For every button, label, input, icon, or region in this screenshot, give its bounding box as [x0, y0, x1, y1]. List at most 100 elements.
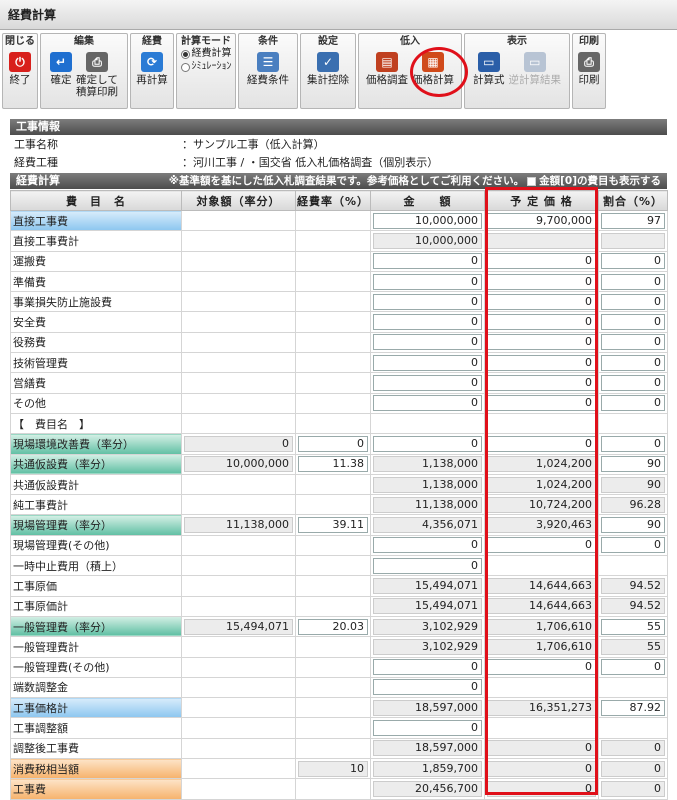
ratio-field[interactable]: 90: [601, 517, 665, 534]
rate-cell: 39.11: [295, 514, 371, 536]
ratio-field[interactable]: 0: [601, 354, 665, 371]
mode-sim-radio[interactable]: ｼﾐｭﾚｰｼｮﾝ: [180, 61, 232, 73]
planned-field[interactable]: 0: [487, 659, 596, 676]
rate-cell: [295, 595, 371, 617]
planned-field[interactable]: 0: [487, 334, 596, 351]
planned-field[interactable]: 0: [487, 253, 596, 270]
planned-cell: 14,644,663: [484, 575, 599, 597]
target-cell: [181, 311, 296, 333]
ratio-field[interactable]: 0: [601, 537, 665, 554]
aggregation-deduction-button[interactable]: ✓ 集計控除: [307, 48, 349, 86]
ratio-field[interactable]: 0: [601, 314, 665, 331]
ratio-cell: 0: [598, 270, 668, 293]
amount-field[interactable]: 10,000,000: [373, 212, 482, 229]
mode-calc-radio[interactable]: 経費計算: [180, 48, 232, 60]
planned-field[interactable]: 0: [487, 293, 596, 310]
ratio-field[interactable]: 0: [601, 435, 665, 452]
rate-field[interactable]: 20.03: [298, 618, 368, 635]
formula-button[interactable]: ▭ 計算式: [473, 48, 505, 86]
ratio-cell: 0: [598, 433, 668, 455]
amount-field: 3,102,929: [373, 618, 482, 635]
amount-field[interactable]: 0: [373, 253, 482, 270]
rate-field[interactable]: 0: [298, 435, 368, 452]
print-button[interactable]: ⎙ 印刷: [578, 48, 600, 86]
planned-field[interactable]: 0: [487, 435, 596, 452]
amount-cell: 0: [370, 250, 485, 272]
calc-note: ※基準額を基にした低入札調査結果です。参考価格としてご利用ください。 金額[0]…: [169, 173, 661, 189]
planned-field[interactable]: 0: [487, 395, 596, 412]
confirm-button[interactable]: ↵ 確定: [50, 48, 72, 86]
amount-cell: 0: [370, 656, 485, 678]
ratio-cell: 0: [598, 534, 668, 557]
planned-field[interactable]: 0: [487, 537, 596, 554]
ratio-cell: [598, 412, 668, 435]
amount-field[interactable]: 0: [373, 395, 482, 412]
amount-field[interactable]: 0: [373, 354, 482, 371]
amount-field[interactable]: 0: [373, 720, 482, 737]
ratio-field[interactable]: 0: [601, 659, 665, 676]
ratio-field[interactable]: 87.92: [601, 699, 665, 716]
planned-field: 14,644,663: [487, 577, 596, 594]
ratio-field[interactable]: 0: [601, 334, 665, 351]
ratio-cell: 0: [598, 331, 668, 354]
item-name: 工事価格計: [10, 697, 182, 719]
ratio-field[interactable]: 97: [601, 212, 665, 229]
amount-field[interactable]: 0: [373, 537, 482, 554]
target-cell: [181, 250, 296, 272]
target-cell: [181, 392, 296, 414]
ratio-field[interactable]: 0: [601, 273, 665, 290]
button-label: 価格計算: [412, 74, 454, 86]
amount-cell: 15,494,071: [370, 595, 485, 617]
ratio-field[interactable]: 90: [601, 456, 665, 473]
planned-field[interactable]: 0: [487, 273, 596, 290]
ratio-field[interactable]: 0: [601, 375, 665, 392]
planned-field[interactable]: 0: [487, 354, 596, 371]
rate-field[interactable]: 11.38: [298, 456, 368, 473]
rate-cell: [295, 717, 371, 739]
amount-field[interactable]: 0: [373, 435, 482, 452]
recalc-button[interactable]: ⟳ 再計算: [136, 48, 168, 86]
rate-cell: [295, 656, 371, 678]
planned-field[interactable]: 0: [487, 314, 596, 331]
calendar-check-icon: ✓: [317, 52, 339, 72]
show-zero-checkbox[interactable]: [527, 176, 537, 186]
planned-field[interactable]: 9,700,000: [487, 212, 596, 229]
ratio-field[interactable]: 0: [601, 293, 665, 310]
ratio-field[interactable]: 0: [601, 253, 665, 270]
amount-field[interactable]: 0: [373, 557, 482, 574]
rate-field[interactable]: 39.11: [298, 517, 368, 534]
toolbar-group-print: 印刷 ⎙ 印刷: [572, 33, 606, 109]
toolbar-group-conditions: 条件 ☰ 経費条件: [238, 33, 298, 109]
amount-field: 15,494,071: [373, 598, 482, 615]
item-name: 工事原価: [10, 575, 182, 597]
amount-field[interactable]: 0: [373, 314, 482, 331]
amount-field[interactable]: 0: [373, 334, 482, 351]
confirm-print-button[interactable]: ⎙ 確定して 積算印刷: [76, 48, 118, 98]
rate-cell: [295, 270, 371, 293]
amount-field[interactable]: 0: [373, 375, 482, 392]
amount-field[interactable]: 0: [373, 273, 482, 290]
planned-field[interactable]: 0: [487, 375, 596, 392]
price-calc-button[interactable]: ▦ 価格計算: [412, 48, 454, 86]
ratio-cell: 0: [598, 392, 668, 414]
amount-field[interactable]: 0: [373, 293, 482, 310]
planned-cell: 0: [484, 352, 599, 374]
amount-field[interactable]: 0: [373, 679, 482, 696]
table-row: 工事調整額 0: [10, 717, 668, 739]
button-label: 再計算: [136, 74, 168, 86]
item-name: 工事費: [10, 778, 182, 800]
ratio-field[interactable]: 0: [601, 395, 665, 412]
rate-cell: 11.38: [295, 453, 371, 475]
toolbar-group-expense: 経費 ⟳ 再計算: [130, 33, 174, 109]
amount-field[interactable]: 0: [373, 659, 482, 676]
target-cell: 0: [181, 433, 296, 455]
target-cell: [181, 331, 296, 354]
planned-cell: 0: [484, 250, 599, 272]
planned-field: 1,706,610: [487, 638, 596, 655]
exit-button[interactable]: ⏻ 終了: [9, 48, 31, 86]
toolbar-group-title: 表示: [507, 36, 527, 47]
radio-label: ｼﾐｭﾚｰｼｮﾝ: [191, 61, 232, 72]
ratio-field[interactable]: 55: [601, 618, 665, 635]
expense-conditions-button[interactable]: ☰ 経費条件: [247, 48, 289, 86]
price-survey-button[interactable]: ▤ 価格調査: [366, 48, 408, 86]
